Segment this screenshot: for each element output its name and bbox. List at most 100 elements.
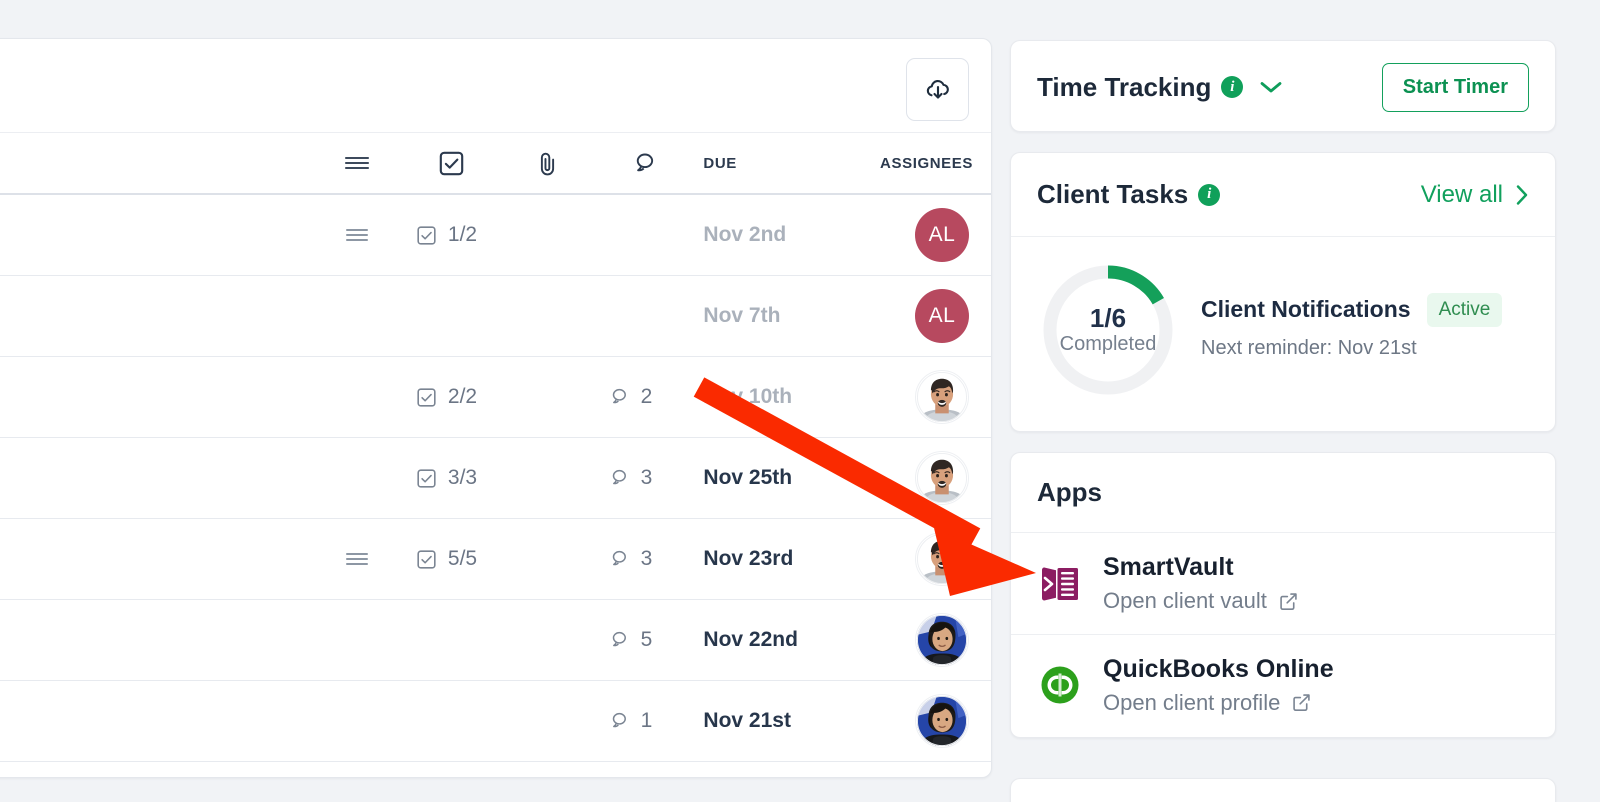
drag-handle-icon[interactable] [344,226,370,244]
comment-count: 2 [640,385,653,408]
table-row[interactable]: s feature1h 0m 1/2 Nov 2nd AL [0,195,991,276]
app-row-quickbooks[interactable]: QuickBooks Online Open client profile [1011,634,1555,735]
donut-sublabel: Completed [1059,333,1157,356]
table-row[interactable]: 1 Nov 21st [0,681,991,762]
external-link-icon [1280,592,1297,610]
table-row[interactable]: 5/5 3 Nov 23rd [0,519,991,600]
drag-handle-icon [344,156,370,170]
cell-due-date[interactable]: Nov 23rd [703,547,849,571]
cell-comments[interactable]: 5 [586,628,704,652]
avatar[interactable] [915,613,969,667]
avatar[interactable]: AL [915,289,969,343]
right-sidebar: Time Tracking i Start Timer Client Tasks… [1009,0,1600,802]
client-tasks-body: 1/6 Completed Client Notifications Activ… [1011,237,1555,401]
cloud-download-icon [926,79,949,99]
cell-assignees[interactable]: AL [849,289,991,343]
cell-checklist[interactable]: 3/3 [394,466,510,490]
app-open-link[interactable]: Open client vault [1103,588,1298,614]
client-task-item[interactable]: Client Notifications Active Next reminde… [1201,292,1503,368]
cell-assignees[interactable]: AL [849,208,991,262]
cell-due-date[interactable]: Nov 22nd [703,628,849,652]
cloud-download-button[interactable] [906,58,969,121]
cell-due-date[interactable]: Nov 21st [703,709,849,733]
cell-comments[interactable]: 3 [586,466,704,490]
info-icon[interactable]: i [1198,183,1221,206]
external-link-icon [1293,694,1311,712]
app-link-label: Open client vault [1103,588,1267,613]
quickbooks-icon [1041,666,1079,704]
cell-due-date[interactable]: Nov 10th [703,385,849,409]
client-tasks-title: Client Tasks [1037,179,1189,209]
checkbox-icon [417,387,436,407]
avatar-photo [916,533,968,585]
cell-assignees[interactable] [849,532,991,586]
checklist-count: 5/5 [447,547,478,570]
status-badge: Active [1426,292,1503,327]
cell-due-date[interactable]: Nov 7th [703,304,849,328]
table-header-row: DUE ASSIGNEES [0,133,991,195]
checklist-group: 2/2 [394,385,477,409]
time-tracking-title-group: Time Tracking i [1037,72,1283,103]
comments-group: 1 [586,709,652,733]
cell-comments[interactable]: 1 [586,709,704,733]
table-row[interactable]: 2/2 2 Nov 10th [0,357,991,438]
avatar-photo [916,371,968,423]
avatar[interactable] [915,451,969,505]
cell-due-date[interactable]: Nov 25th [703,466,849,490]
avatar[interactable]: AL [915,208,969,262]
client-tasks-card: Client Tasks i View all 1/6 Completed Cl… [1010,152,1556,432]
cell-comments[interactable]: 3 [586,547,704,571]
cell-assignees[interactable] [849,370,991,424]
cell-checklist[interactable]: 1/2 [394,223,510,247]
checklist-count: 2/2 [447,385,478,408]
apps-title: Apps [1037,477,1102,507]
time-tracking-card: Time Tracking i Start Timer [1010,40,1556,132]
comments-group: 3 [586,466,652,490]
app-open-link[interactable]: Open client profile [1103,690,1334,716]
column-header-drag [320,154,394,172]
comment-count: 5 [640,628,653,651]
avatar-photo [916,452,968,504]
app-name: QuickBooks Online [1103,654,1334,683]
column-header-comments [586,150,704,177]
table-row[interactable]: Nov 7th AL [0,276,991,357]
info-icon[interactable]: i [1221,76,1244,98]
table-body: s feature1h 0m 1/2 Nov 2nd AL Nov 7th AL 2/2 2 N… [0,195,991,762]
chevron-right-icon [1516,184,1528,205]
avatar[interactable] [915,370,969,424]
donut-fraction: 1/6 [1089,302,1127,333]
table-row[interactable]: 5 Nov 22nd [0,600,991,681]
cell-assignees[interactable] [849,451,991,505]
completion-donut: 1/6 Completed [1037,259,1179,401]
cell-assignees[interactable] [849,613,991,667]
cell-comments[interactable]: 2 [586,385,704,409]
cell-due-date[interactable]: Nov 2nd [703,223,849,247]
cell-drag-handle[interactable] [320,226,394,244]
column-header-checklist [394,150,510,177]
cell-drag-handle[interactable] [320,550,394,568]
cell-checklist[interactable]: 5/5 [394,547,510,571]
checkbox-icon [417,549,436,569]
avatar[interactable] [915,694,969,748]
app-link-label: Open client profile [1103,689,1281,715]
column-header-assignees: ASSIGNEES [880,154,973,172]
cell-task-title[interactable]: s feature1h 0m [0,217,320,253]
view-all-link[interactable]: View all [1421,181,1529,209]
comments-group: 5 [586,628,653,652]
comments-group: 2 [586,385,653,409]
drag-handle-icon[interactable] [344,550,370,568]
cell-checklist[interactable]: 2/2 [394,385,510,409]
avatar-photo [916,614,968,666]
avatar[interactable] [915,532,969,586]
column-header-attachments [510,150,586,177]
paperclip-icon [541,152,555,175]
start-timer-button[interactable]: Start Timer [1381,62,1529,112]
comment-icon [612,550,626,566]
cell-assignees[interactable] [849,694,991,748]
comments-group: 3 [586,547,652,571]
client-tasks-header: Client Tasks i View all [1011,153,1555,237]
chevron-down-icon[interactable] [1259,80,1283,94]
comment-icon [612,469,626,485]
table-row[interactable]: 3/3 3 Nov 25th [0,438,991,519]
app-row-smartvault[interactable]: SmartVault Open client vault [1011,533,1555,634]
